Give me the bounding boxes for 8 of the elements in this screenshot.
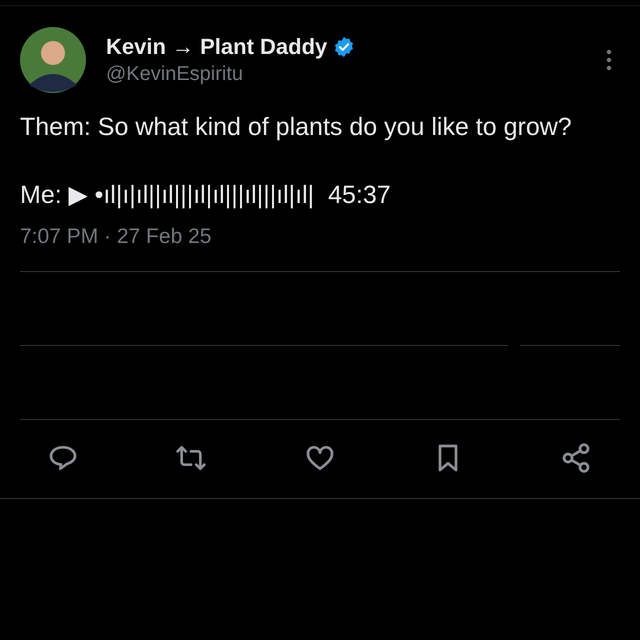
share-icon[interactable]	[560, 442, 592, 474]
tweet-text: Me: ▶ •ıl|ı|ıl||ıl|||ıl|ıl|||ıl|||ıl|ıl| 45:37	[20, 180, 392, 211]
handle[interactable]: @KevinEspiritu	[106, 63, 606, 86]
display-name: Kevin → Plant Daddy	[106, 34, 328, 60]
more-options-icon[interactable]	[606, 49, 612, 71]
timestamp: 7:07 PM · 27 Feb 25	[20, 225, 212, 249]
tweet-text: Them: So what kind of plants do you like to grow?	[20, 112, 573, 143]
avatar[interactable]	[20, 27, 86, 93]
